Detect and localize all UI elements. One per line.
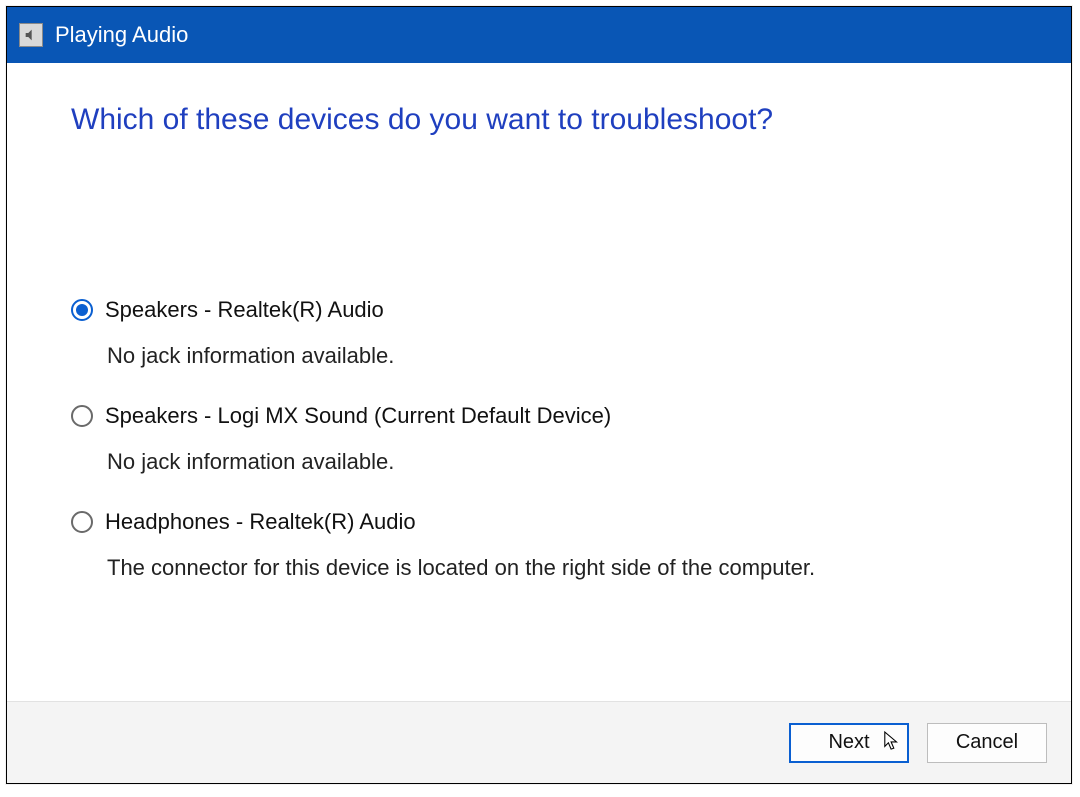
device-label: Speakers - Logi MX Sound (Current Defaul…: [105, 403, 611, 429]
next-button[interactable]: Next: [789, 723, 909, 763]
device-label: Headphones - Realtek(R) Audio: [105, 509, 416, 535]
cancel-button[interactable]: Cancel: [927, 723, 1047, 763]
device-radio-row[interactable]: Headphones - Realtek(R) Audio: [71, 509, 1007, 535]
page-heading: Which of these devices do you want to tr…: [71, 103, 1007, 137]
troubleshooter-window: Playing Audio Which of these devices do …: [6, 6, 1072, 784]
device-radio-row[interactable]: Speakers - Logi MX Sound (Current Defaul…: [71, 403, 1007, 429]
titlebar: Playing Audio: [7, 7, 1071, 63]
device-option: Speakers - Logi MX Sound (Current Defaul…: [71, 403, 1007, 475]
device-description: No jack information available.: [107, 343, 1007, 369]
radio-icon[interactable]: [71, 511, 93, 533]
device-label: Speakers - Realtek(R) Audio: [105, 297, 384, 323]
window-title: Playing Audio: [55, 22, 188, 48]
content-area: Which of these devices do you want to tr…: [7, 63, 1071, 701]
device-radio-row[interactable]: Speakers - Realtek(R) Audio: [71, 297, 1007, 323]
device-description: No jack information available.: [107, 449, 1007, 475]
device-option: Speakers - Realtek(R) Audio No jack info…: [71, 297, 1007, 369]
radio-icon[interactable]: [71, 299, 93, 321]
dialog-footer: Next Cancel: [7, 701, 1071, 783]
device-option: Headphones - Realtek(R) Audio The connec…: [71, 509, 1007, 581]
device-options: Speakers - Realtek(R) Audio No jack info…: [71, 297, 1007, 581]
device-description: The connector for this device is located…: [107, 555, 1007, 581]
radio-icon[interactable]: [71, 405, 93, 427]
speaker-icon: [19, 23, 43, 47]
